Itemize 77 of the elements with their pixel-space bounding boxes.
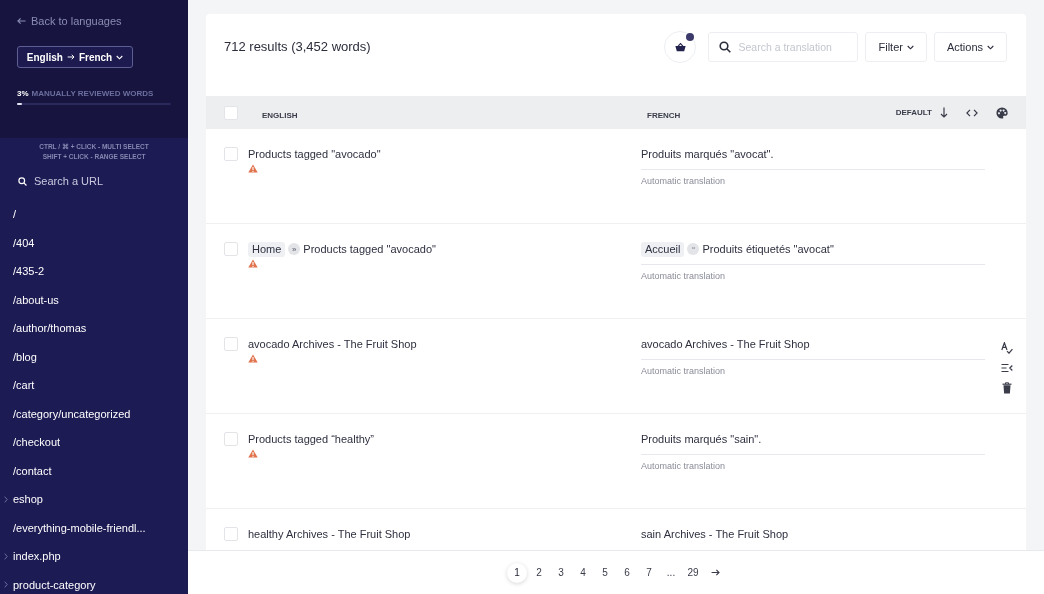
arrow-down-icon [940,107,948,118]
chevron-right-icon [4,552,8,560]
url-folder-item[interactable]: product-category [0,577,96,592]
arrow-right-icon [66,54,75,60]
basket-icon [674,42,686,52]
translation-status: Automatic translation [641,461,727,472]
spellcheck-icon[interactable] [1001,342,1013,354]
page-button[interactable]: 29 [683,562,703,583]
url-item[interactable]: /about-us [0,292,59,307]
chevron-right-icon [4,581,8,588]
page-button[interactable]: 6 [617,562,637,583]
url-item[interactable]: /404 [0,235,35,250]
separator-tag: “ [687,243,700,255]
translation-text: Produits marqués "avocat". [641,148,774,160]
chevron-down-icon [116,54,124,60]
source-text: avocado Archives - The Fruit Shop [248,338,417,350]
back-link[interactable]: Back to languages [17,14,122,28]
arrow-left-icon [17,17,26,25]
row-checkbox[interactable] [224,147,238,161]
chevron-down-icon [987,44,994,50]
select-all-checkbox[interactable] [224,105,238,120]
translation-text: sain Archives - The Fruit Shop [641,528,789,540]
url-item[interactable]: /blog [0,349,37,364]
page-button[interactable]: 1 [507,562,527,583]
trash-icon[interactable] [1001,382,1013,394]
url-search-field[interactable]: Search a URL [34,174,154,188]
translation-status: Automatic translation [641,271,727,282]
row-checkbox[interactable] [224,242,238,256]
page-button[interactable]: 5 [595,562,615,583]
separator-tag: » [288,243,301,255]
page-button[interactable]: 7 [639,562,659,583]
source-text: Products tagged "avocado" [303,243,436,255]
basket-button[interactable] [664,31,697,63]
translation-text: avocado Archives - The Fruit Shop [641,338,810,350]
url-item[interactable]: /435-2 [0,264,45,278]
arrow-right-icon [710,569,720,576]
chevron-right-icon [4,495,8,503]
page-button[interactable]: 4 [573,562,593,583]
page-button[interactable]: 2 [529,562,549,583]
url-item[interactable]: /author/thomas [0,321,87,335]
url-item[interactable]: /category/uncategorized [0,406,131,421]
translation-status: Automatic translation [641,176,727,187]
filter-dropdown-button[interactable]: Filter [865,32,927,62]
row-checkbox[interactable] [224,527,238,541]
url-item[interactable]: /cart [0,378,35,392]
row-checkbox[interactable] [224,432,238,446]
source-text: Products tagged "avocado" [248,148,381,160]
translation-status: Automatic translation [641,366,727,377]
url-folder-item[interactable]: eshop [0,492,43,506]
sort-button[interactable]: DEFAULT [895,107,948,118]
language-pair-button[interactable]: English French [17,46,133,68]
column-header: FRENCH [647,110,681,120]
lines-with-chevron-icon[interactable] [1001,362,1013,374]
row-checkbox[interactable] [224,337,238,351]
url-item[interactable]: /contact [0,463,52,478]
search-icon [719,41,732,53]
review-percent: 3% [17,89,29,98]
url-item[interactable]: /everything-mobile-friendl... [0,520,146,535]
translation-text: Produits marqués "sain". [641,433,762,445]
results-count: 712 results (3,452 words) [224,38,371,56]
search-icon [18,176,27,186]
code-icon[interactable] [966,108,978,117]
palette-icon[interactable] [996,106,1008,119]
url-item[interactable]: /checkout [0,435,61,449]
breadcrumb-tag: Accueil [641,241,685,257]
url-folder-item[interactable]: index.php [0,549,61,563]
page-button[interactable]: 3 [551,562,571,583]
translation-text: Produits étiquetés "avocat" [702,243,834,255]
page-ellipsis: ... [665,567,677,578]
source-text: healthy Archives - The Fruit Shop [248,528,411,540]
actions-dropdown-button[interactable]: Actions [933,32,1007,62]
review-label: MANUALLY REVIEWED WORDS [31,89,154,98]
breadcrumb-tag: Home [248,241,286,257]
column-header: ENGLISH [262,110,298,120]
chevron-down-icon [906,44,914,50]
url-item[interactable]: / [0,207,17,221]
source-text: Products tagged “healthy” [248,433,374,445]
